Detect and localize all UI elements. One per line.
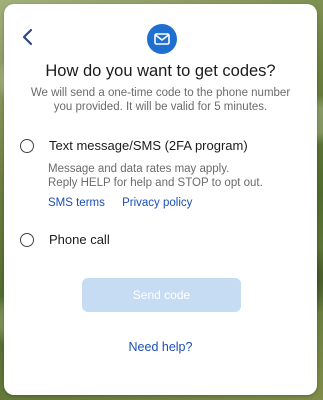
phone-call-radio[interactable] [20, 232, 34, 247]
verification-dialog: How do you want to get codes? We will se… [4, 4, 317, 395]
sms-links: SMS terms Privacy policy [48, 197, 206, 209]
page-subtitle: We will send a one-time code to the phon… [30, 87, 291, 113]
sms-terms-link[interactable]: SMS terms [48, 197, 105, 209]
page-title: How do you want to get codes? [45, 62, 276, 80]
privacy-policy-link[interactable]: Privacy policy [122, 197, 192, 209]
send-code-button[interactable]: Send code [82, 278, 241, 312]
need-help-link[interactable]: Need help? [4, 340, 317, 354]
envelope-icon [147, 24, 177, 54]
option-phone-call[interactable]: Phone call [20, 232, 301, 247]
chevron-left-icon [22, 28, 33, 46]
phone-call-option-label: Phone call [49, 232, 110, 247]
sms-disclaimer-line: Message and data rates may apply. [48, 163, 230, 175]
sms-disclaimer-line: Reply HELP for help and STOP to opt out. [48, 177, 263, 189]
sms-radio[interactable] [20, 138, 34, 153]
back-button[interactable] [16, 26, 38, 48]
sms-option-label: Text message/SMS (2FA program) [49, 138, 248, 153]
sms-disclaimer: Message and data rates may apply. Reply … [48, 162, 301, 190]
option-sms[interactable]: Text message/SMS (2FA program) [20, 138, 301, 153]
